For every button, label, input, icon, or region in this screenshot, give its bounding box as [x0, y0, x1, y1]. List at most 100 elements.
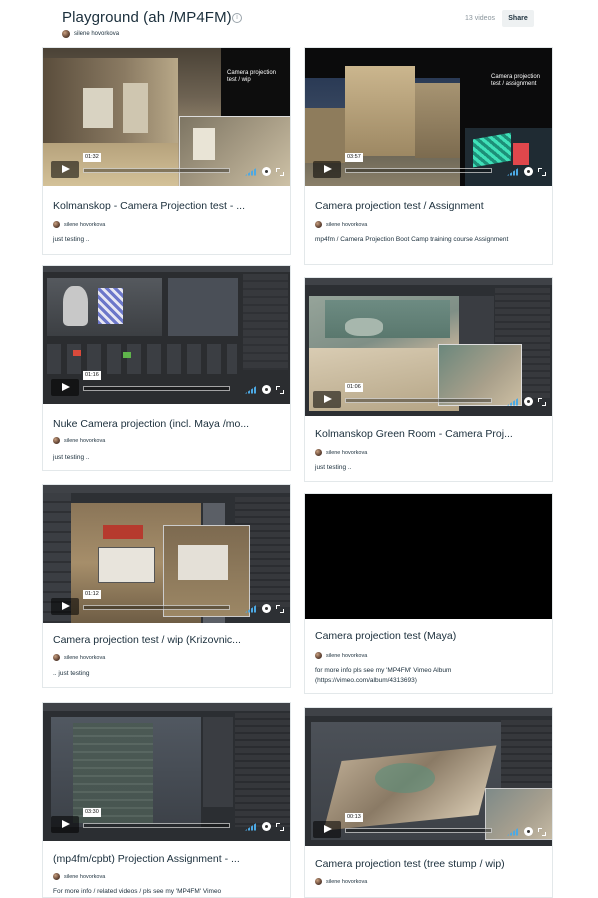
video-card[interactable]: 01:16 Nuke Camera projection (incl. Maya… [42, 265, 291, 471]
video-overlay-text: Camera projection test / assignment [491, 74, 541, 87]
video-card[interactable]: Camera projection test / wip 01:32 Kolma… [42, 47, 291, 255]
video-owner[interactable]: silene hovorkova [315, 449, 367, 456]
gear-icon[interactable] [524, 827, 533, 836]
gear-icon[interactable] [262, 167, 271, 176]
video-owner[interactable]: silene hovorkova [53, 221, 105, 228]
play-button[interactable] [51, 379, 79, 396]
duration-label: 01:12 [83, 590, 101, 599]
video-owner[interactable]: silene hovorkova [53, 437, 105, 444]
progress-bar[interactable] [345, 398, 492, 403]
video-thumbnail[interactable]: 00:13 [305, 708, 552, 846]
video-title[interactable]: Camera projection test (tree stump / wip… [315, 858, 505, 870]
fullscreen-icon[interactable] [276, 604, 284, 613]
owner-name[interactable]: silene hovorkova [326, 450, 367, 456]
video-title[interactable]: (mp4fm/cpbt) Projection Assignment - ... [53, 853, 240, 865]
video-thumbnail[interactable]: 01:16 [43, 266, 290, 404]
progress-bar[interactable] [345, 828, 492, 833]
fullscreen-icon[interactable] [276, 385, 284, 394]
progress-bar[interactable] [345, 168, 492, 173]
album-title: Playground (ah /MP4FM) [62, 9, 232, 26]
avatar[interactable] [315, 221, 322, 228]
video-card[interactable]: 00:13 Camera projection test (tree stump… [304, 707, 553, 898]
video-card[interactable]: 01:12 Camera projection test / wip (Kriz… [42, 484, 291, 688]
avatar[interactable] [53, 873, 60, 880]
video-owner[interactable]: silene hovorkova [315, 652, 367, 659]
play-button[interactable] [51, 161, 79, 178]
owner-name[interactable]: silene hovorkova [326, 879, 367, 885]
gear-icon[interactable] [262, 604, 271, 613]
gear-icon[interactable] [524, 397, 533, 406]
video-title[interactable]: Camera projection test (Maya) [315, 630, 456, 642]
fullscreen-icon[interactable] [538, 827, 546, 836]
avatar[interactable] [62, 30, 70, 38]
gear-icon[interactable] [262, 822, 271, 831]
volume-icon[interactable] [507, 397, 519, 406]
play-button[interactable] [313, 161, 341, 178]
avatar[interactable] [315, 878, 322, 885]
video-owner[interactable]: silene hovorkova [315, 878, 367, 885]
avatar[interactable] [53, 654, 60, 661]
album-owner[interactable]: silene hovorkova [62, 29, 119, 39]
fullscreen-icon[interactable] [276, 822, 284, 831]
video-owner[interactable]: silene hovorkova [53, 873, 105, 880]
duration-label: 01:32 [83, 153, 101, 162]
video-thumbnail[interactable] [305, 494, 552, 619]
video-title[interactable]: Nuke Camera projection (incl. Maya /mo..… [53, 418, 249, 430]
play-button[interactable] [313, 821, 341, 838]
owner-name[interactable]: silene hovorkova [326, 653, 367, 659]
owner-name[interactable]: silene hovorkova [326, 222, 367, 228]
owner-name[interactable]: silene hovorkova [74, 31, 119, 37]
video-thumbnail[interactable]: 01:12 [43, 485, 290, 623]
volume-icon[interactable] [245, 822, 257, 831]
video-title[interactable]: Kolmanskop - Camera Projection test - ..… [53, 200, 245, 212]
gear-icon[interactable] [524, 167, 533, 176]
progress-bar[interactable] [83, 823, 230, 828]
owner-name[interactable]: silene hovorkova [64, 874, 105, 880]
owner-name[interactable]: silene hovorkova [64, 655, 105, 661]
owner-name[interactable]: silene hovorkova [64, 222, 105, 228]
video-count: 13 videos [465, 15, 495, 22]
video-thumbnail[interactable]: Camera projection test / wip 01:32 [43, 48, 290, 186]
video-overlay-text: Camera projection test / wip [227, 70, 277, 83]
avatar[interactable] [315, 449, 322, 456]
play-button[interactable] [51, 816, 79, 833]
video-owner[interactable]: silene hovorkova [315, 221, 367, 228]
video-card[interactable]: 03:30 (mp4fm/cpbt) Projection Assignment… [42, 702, 291, 898]
duration-label: 03:57 [345, 153, 363, 162]
owner-name[interactable]: silene hovorkova [64, 438, 105, 444]
volume-icon[interactable] [245, 604, 257, 613]
play-button[interactable] [313, 391, 341, 408]
progress-bar[interactable] [83, 605, 230, 610]
video-title[interactable]: Kolmanskop Green Room - Camera Proj... [315, 428, 513, 440]
progress-bar[interactable] [83, 168, 230, 173]
video-owner[interactable]: silene hovorkova [53, 654, 105, 661]
video-title[interactable]: Camera projection test / Assignment [315, 200, 484, 212]
video-description: mp4fm / Camera Projection Boot Camp trai… [315, 236, 509, 243]
video-thumbnail[interactable]: 01:06 [305, 278, 552, 416]
avatar[interactable] [53, 221, 60, 228]
volume-icon[interactable] [245, 167, 257, 176]
duration-label: 03:30 [83, 808, 101, 817]
video-thumbnail[interactable]: 03:30 [43, 703, 290, 841]
avatar[interactable] [53, 437, 60, 444]
video-card[interactable]: Camera projection test / assignment 03:5… [304, 47, 553, 265]
volume-icon[interactable] [507, 827, 519, 836]
share-button[interactable]: Share [502, 10, 534, 27]
fullscreen-icon[interactable] [538, 397, 546, 406]
volume-icon[interactable] [245, 385, 257, 394]
video-card[interactable]: 01:06 Kolmanskop Green Room - Camera Pro… [304, 277, 553, 482]
volume-icon[interactable] [507, 167, 519, 176]
video-title[interactable]: Camera projection test / wip (Krizovnic.… [53, 634, 241, 646]
video-description: .. just testing [53, 670, 90, 677]
video-description: just testing .. [315, 464, 352, 471]
avatar[interactable] [315, 652, 322, 659]
fullscreen-icon[interactable] [276, 167, 284, 176]
fullscreen-icon[interactable] [538, 167, 546, 176]
play-button[interactable] [51, 598, 79, 615]
info-icon[interactable]: i [232, 13, 242, 23]
video-card[interactable]: Camera projection test (Maya) silene hov… [304, 493, 553, 694]
progress-bar[interactable] [83, 386, 230, 391]
video-description: For more info / related videos / pls see… [53, 888, 222, 895]
gear-icon[interactable] [262, 385, 271, 394]
video-thumbnail[interactable]: Camera projection test / assignment 03:5… [305, 48, 552, 186]
